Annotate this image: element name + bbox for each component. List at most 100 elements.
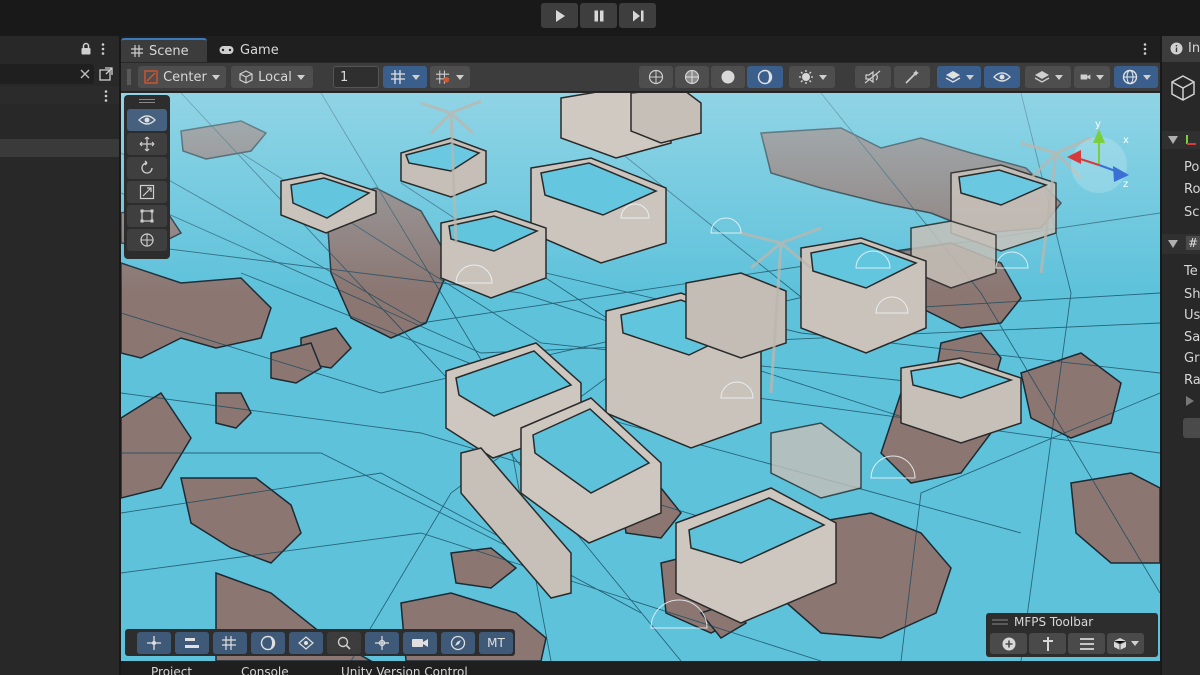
move-arrows-icon xyxy=(147,635,161,650)
tab-version-control[interactable]: Unity Version Control xyxy=(341,665,468,675)
step-button[interactable] xyxy=(619,3,656,28)
bug-icon xyxy=(798,70,813,84)
rect-transform-icon xyxy=(140,209,154,223)
draw-mode-button-2[interactable] xyxy=(675,66,709,88)
clear-search-icon[interactable] xyxy=(80,69,90,79)
component-row-3: Us xyxy=(1184,308,1200,323)
chevron-down-icon xyxy=(411,74,420,80)
scene-render: y x z xyxy=(121,93,1160,661)
lock-icon[interactable] xyxy=(80,42,92,55)
mfps-tools-dropdown[interactable] xyxy=(1107,633,1144,654)
overlay-pivot-button[interactable] xyxy=(365,631,399,654)
globe-wire-icon xyxy=(648,69,664,85)
gizmos-dropdown[interactable] xyxy=(1114,66,1158,88)
effects-toggle-button[interactable] xyxy=(894,66,930,88)
more-options-icon[interactable] xyxy=(100,42,106,56)
draw-mode-button-3[interactable] xyxy=(711,66,745,88)
overlay-grid-button[interactable] xyxy=(213,631,247,654)
scene-visibility-dropdown[interactable] xyxy=(937,66,981,88)
tab-scene[interactable]: Scene xyxy=(121,38,207,62)
handle-space-dropdown[interactable]: Local xyxy=(231,66,313,88)
mfps-add-button[interactable] xyxy=(990,633,1027,654)
play-button[interactable] xyxy=(541,3,578,28)
rect-tool[interactable] xyxy=(127,205,167,227)
mfps-toolbar-overlay: MFPS Toolbar xyxy=(986,613,1158,657)
grid-snap-button[interactable] xyxy=(383,66,427,88)
chevron-down-icon xyxy=(211,74,220,80)
more-options-icon[interactable] xyxy=(1142,42,1148,56)
increment-snap-button[interactable] xyxy=(430,66,470,88)
transform-row-scale: Sc xyxy=(1184,205,1200,220)
overlay-mt-button[interactable]: MT xyxy=(479,631,513,654)
mfps-character-button[interactable] xyxy=(1029,633,1066,654)
view-tool[interactable] xyxy=(127,109,167,131)
pause-button[interactable] xyxy=(580,3,617,28)
transform-row-rotation: Ro xyxy=(1184,182,1200,197)
hierarchy-item-row[interactable] xyxy=(0,139,119,157)
overlay-navigation-button[interactable] xyxy=(289,631,323,654)
scale-icon xyxy=(139,184,155,200)
tab-project[interactable]: Project xyxy=(151,665,192,675)
camera-settings-dropdown[interactable] xyxy=(1074,66,1110,88)
grid-snap-icon xyxy=(390,70,405,84)
hierarchy-search-input[interactable] xyxy=(0,64,94,84)
play-mode-bar xyxy=(0,0,1200,33)
svg-text:x: x xyxy=(1123,135,1129,146)
svg-text:z: z xyxy=(1123,179,1128,190)
overlay-camera-button[interactable] xyxy=(403,631,437,654)
bottom-panel-tabs: Project Console Unity Version Control xyxy=(121,661,1160,675)
object-cube-icon xyxy=(1171,75,1195,101)
rotate-tool[interactable] xyxy=(127,157,167,179)
tab-game[interactable]: Game xyxy=(209,38,289,62)
cross-icon xyxy=(1042,636,1053,651)
transform-tool[interactable] xyxy=(127,229,167,251)
scene-visibility-toggle[interactable] xyxy=(984,66,1020,88)
add-circle-icon xyxy=(1002,637,1015,650)
layers-dropdown[interactable] xyxy=(1025,66,1071,88)
effects-icon xyxy=(905,70,919,84)
open-window-icon[interactable] xyxy=(99,67,113,81)
compass-icon xyxy=(450,635,466,650)
overlay-move-button[interactable] xyxy=(137,631,171,654)
draw-mode-button-4[interactable] xyxy=(747,66,783,88)
chevron-down-icon xyxy=(456,74,464,80)
grid-size-input[interactable]: 1 xyxy=(333,66,379,88)
transform-header[interactable] xyxy=(1162,131,1200,149)
overlay-search-button[interactable] xyxy=(327,631,361,654)
chevron-down-icon xyxy=(1096,74,1104,80)
overlay-lighting-button[interactable] xyxy=(251,631,285,654)
unity-editor-window: Scene Game Center Local 1 y x z MT MFPS … xyxy=(0,0,1200,675)
align-icon xyxy=(185,637,199,648)
audio-toggle-button[interactable] xyxy=(855,66,891,88)
scale-tool[interactable] xyxy=(127,181,167,203)
pivot-center-icon xyxy=(144,70,158,84)
mfps-menu-button[interactable] xyxy=(1068,633,1105,654)
pivot-mode-label: Center xyxy=(163,69,207,85)
pivot-mode-dropdown[interactable]: Center xyxy=(138,66,226,88)
expand-triangle-icon xyxy=(1168,136,1178,144)
increment-snap-icon xyxy=(436,70,450,84)
hierarchy-scene-row[interactable] xyxy=(0,86,119,104)
info-icon xyxy=(1170,42,1183,55)
collapsed-triangle-icon[interactable] xyxy=(1186,396,1194,406)
overlay-compass-button[interactable] xyxy=(441,631,475,654)
toolbar-grip-icon[interactable] xyxy=(992,619,1008,625)
inspector-tab[interactable]: In xyxy=(1162,36,1200,62)
svg-text:y: y xyxy=(1095,119,1101,130)
inspector-button[interactable] xyxy=(1183,418,1200,438)
audio-muted-icon xyxy=(864,70,881,84)
move-tool[interactable] xyxy=(127,133,167,155)
draw-mode-button-1[interactable] xyxy=(639,66,673,88)
scene-view-panel: Scene Game Center Local 1 y x z MT MFPS … xyxy=(121,36,1160,675)
tab-console[interactable]: Console xyxy=(241,665,289,675)
gizmo-globe-icon xyxy=(1122,69,1137,85)
scene-viewport[interactable]: y x z MT MFPS Toolbar xyxy=(121,93,1160,661)
debug-draw-dropdown[interactable] xyxy=(789,66,835,88)
component-row-1: Te xyxy=(1184,264,1198,279)
component-header[interactable]: # xyxy=(1162,234,1200,254)
component-row-4: Sa xyxy=(1184,330,1200,345)
sphere-shaded-icon xyxy=(721,70,735,84)
tool-strip-grip[interactable] xyxy=(127,99,167,107)
overlay-align-button[interactable] xyxy=(175,631,209,654)
more-options-icon[interactable] xyxy=(103,89,109,103)
